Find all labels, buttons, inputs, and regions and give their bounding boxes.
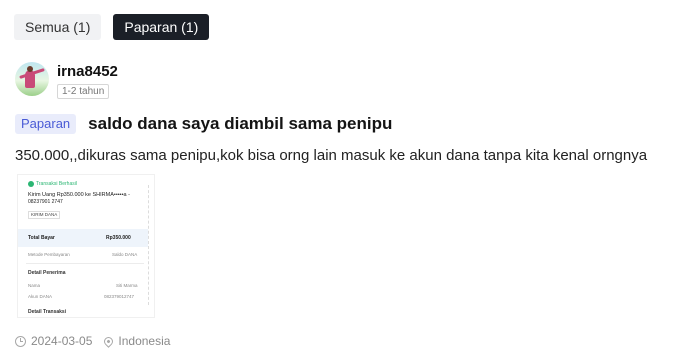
filter-tabs: Semua (1) Paparan (1)	[14, 14, 210, 40]
thumb-total-value: Rp350.000	[106, 235, 131, 241]
username[interactable]: irna8452	[57, 63, 118, 81]
thumb-account-value: 082379012747	[104, 294, 135, 299]
thumb-badge: KIRIM DANA	[28, 211, 61, 219]
thumb-total-label: Total Bayar	[28, 235, 55, 241]
review-date: 2024-03-05	[31, 334, 93, 348]
tab-semua[interactable]: Semua (1)	[14, 14, 102, 40]
review-author: irna8452 1-2 tahun	[15, 62, 118, 99]
review-location: Indonesia	[118, 334, 171, 348]
success-check-icon	[28, 181, 34, 187]
thumb-transaction-header: Detail Transaksi	[28, 309, 67, 315]
clock-icon	[15, 335, 26, 347]
avatar[interactable]	[15, 62, 49, 96]
thumb-method-value: Saldo DANA	[112, 252, 138, 257]
thumb-account-line: 08237901 2747	[28, 199, 63, 205]
review-title: saldo dana saya diambil sama penipu	[88, 114, 393, 133]
thumb-status: Transaksi Berhasil	[36, 181, 77, 187]
thumb-name-value: Siti Marma	[116, 283, 138, 288]
attachment-thumbnail[interactable]: Transaksi Berhasil Kirim Uang Rp350.000 …	[17, 174, 155, 318]
thumb-account-label: Akun DANA	[28, 294, 53, 299]
thumb-recipient-header: Detail Penerima	[28, 270, 66, 276]
thumb-heading: Kirim Uang Rp350.000 ke SHIRMA•••••a -	[28, 192, 130, 198]
review-body: 350.000,,dikuras sama penipu,kok bisa or…	[15, 147, 648, 164]
category-tag: Paparan	[15, 114, 77, 134]
review-meta: 2024-03-05 Indonesia	[15, 334, 170, 348]
tab-paparan[interactable]: Paparan (1)	[113, 14, 210, 40]
tenure-badge: 1-2 tahun	[57, 84, 110, 99]
pin-icon	[102, 334, 116, 348]
thumb-method-label: Metode Pembayaran	[28, 252, 70, 257]
review-title-row: Paparan saldo dana saya diambil sama pen…	[15, 114, 392, 134]
thumb-name-label: Nama	[28, 283, 41, 288]
